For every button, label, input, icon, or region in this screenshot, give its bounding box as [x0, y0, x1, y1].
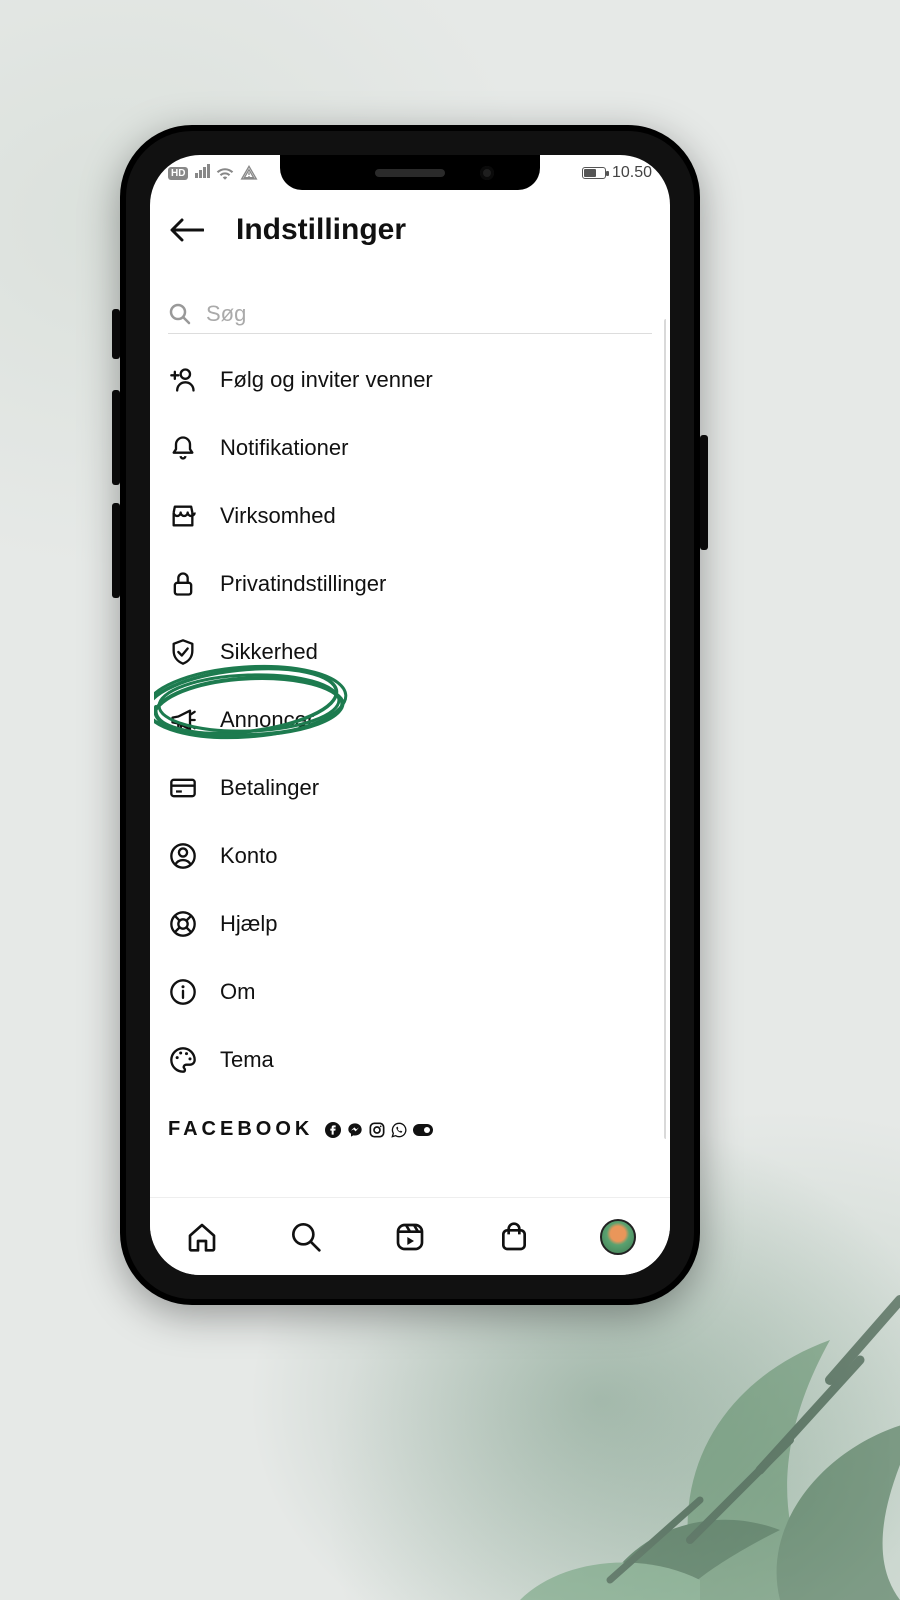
facebook-app-icons	[325, 1122, 433, 1138]
phone-frame: HD 10.50 Indstillinger	[120, 125, 700, 1305]
front-camera	[480, 166, 494, 180]
settings-item-invite[interactable]: Følg og inviter venner	[168, 346, 652, 414]
back-button[interactable]	[168, 211, 206, 249]
item-label: Hjælp	[220, 911, 277, 937]
settings-item-notifications[interactable]: Notifikationer	[168, 414, 652, 482]
settings-item-about[interactable]: Om	[168, 958, 652, 1026]
nav-profile-button[interactable]	[596, 1215, 640, 1259]
battery-icon	[582, 167, 606, 179]
item-label: Følg og inviter venner	[220, 367, 433, 393]
oculus-icon	[413, 1124, 433, 1136]
bottom-nav	[150, 1197, 670, 1275]
volume-down-button	[112, 503, 120, 598]
settings-item-privacy[interactable]: Privatindstillinger	[168, 550, 652, 618]
item-label: Om	[220, 979, 255, 1005]
item-label: Tema	[220, 1047, 274, 1073]
item-label: Virksomhed	[220, 503, 336, 529]
wifi-icon	[216, 166, 234, 180]
display-notch	[280, 155, 540, 190]
home-icon	[186, 1221, 218, 1253]
page-title: Indstillinger	[236, 213, 406, 247]
lock-icon	[168, 569, 198, 599]
palette-icon	[168, 1045, 198, 1075]
hd-badge: HD	[168, 167, 188, 180]
phone-screen: HD 10.50 Indstillinger	[150, 155, 670, 1275]
settings-item-help[interactable]: Hjælp	[168, 890, 652, 958]
mute-switch	[112, 309, 120, 359]
item-label: Konto	[220, 843, 278, 869]
volume-up-button	[112, 390, 120, 485]
storefront-icon	[168, 501, 198, 531]
shop-icon	[498, 1221, 530, 1253]
settings-list: Følg og inviter venner Notifikationer Vi…	[158, 334, 662, 1094]
bell-icon	[168, 433, 198, 463]
settings-item-security[interactable]: Sikkerhed	[168, 618, 652, 686]
nav-reels-button[interactable]	[388, 1215, 432, 1259]
item-label: Sikkerhed	[220, 639, 318, 665]
instagram-icon	[369, 1122, 385, 1138]
search-icon	[168, 302, 192, 326]
megaphone-icon	[168, 705, 198, 735]
settings-item-ads[interactable]: Annoncer	[168, 686, 652, 754]
settings-item-business[interactable]: Virksomhed	[168, 482, 652, 550]
lifebuoy-icon	[168, 909, 198, 939]
clock-text: 10.50	[612, 164, 652, 182]
facebook-brand-row: FACEBOOK	[158, 1094, 662, 1147]
whatsapp-icon	[391, 1122, 407, 1138]
shield-check-icon	[168, 637, 198, 667]
reels-icon	[394, 1221, 426, 1253]
power-button	[700, 435, 708, 550]
scrollbar-indicator	[664, 319, 666, 1139]
nav-home-button[interactable]	[180, 1215, 224, 1259]
facebook-icon	[325, 1122, 341, 1138]
facebook-wordmark: FACEBOOK	[168, 1118, 313, 1141]
earpiece-speaker	[375, 169, 445, 177]
messenger-icon	[347, 1122, 363, 1138]
settings-item-theme[interactable]: Tema	[168, 1026, 652, 1094]
profile-avatar	[600, 1219, 636, 1255]
item-label: Annoncer	[220, 707, 314, 733]
user-circle-icon	[168, 841, 198, 871]
card-icon	[168, 773, 198, 803]
nav-shop-button[interactable]	[492, 1215, 536, 1259]
page-header: Indstillinger	[158, 187, 662, 269]
search-input[interactable]	[206, 301, 652, 327]
settings-item-payments[interactable]: Betalinger	[168, 754, 652, 822]
cell-signal-icon	[194, 164, 210, 183]
search-icon	[290, 1221, 322, 1253]
search-row[interactable]	[168, 301, 652, 334]
warning-icon	[240, 165, 258, 181]
nav-search-button[interactable]	[284, 1215, 328, 1259]
info-icon	[168, 977, 198, 1007]
person-plus-icon	[168, 365, 198, 395]
item-label: Betalinger	[220, 775, 319, 801]
settings-item-account[interactable]: Konto	[168, 822, 652, 890]
item-label: Notifikationer	[220, 435, 348, 461]
item-label: Privatindstillinger	[220, 571, 386, 597]
arrow-left-icon	[170, 218, 204, 242]
